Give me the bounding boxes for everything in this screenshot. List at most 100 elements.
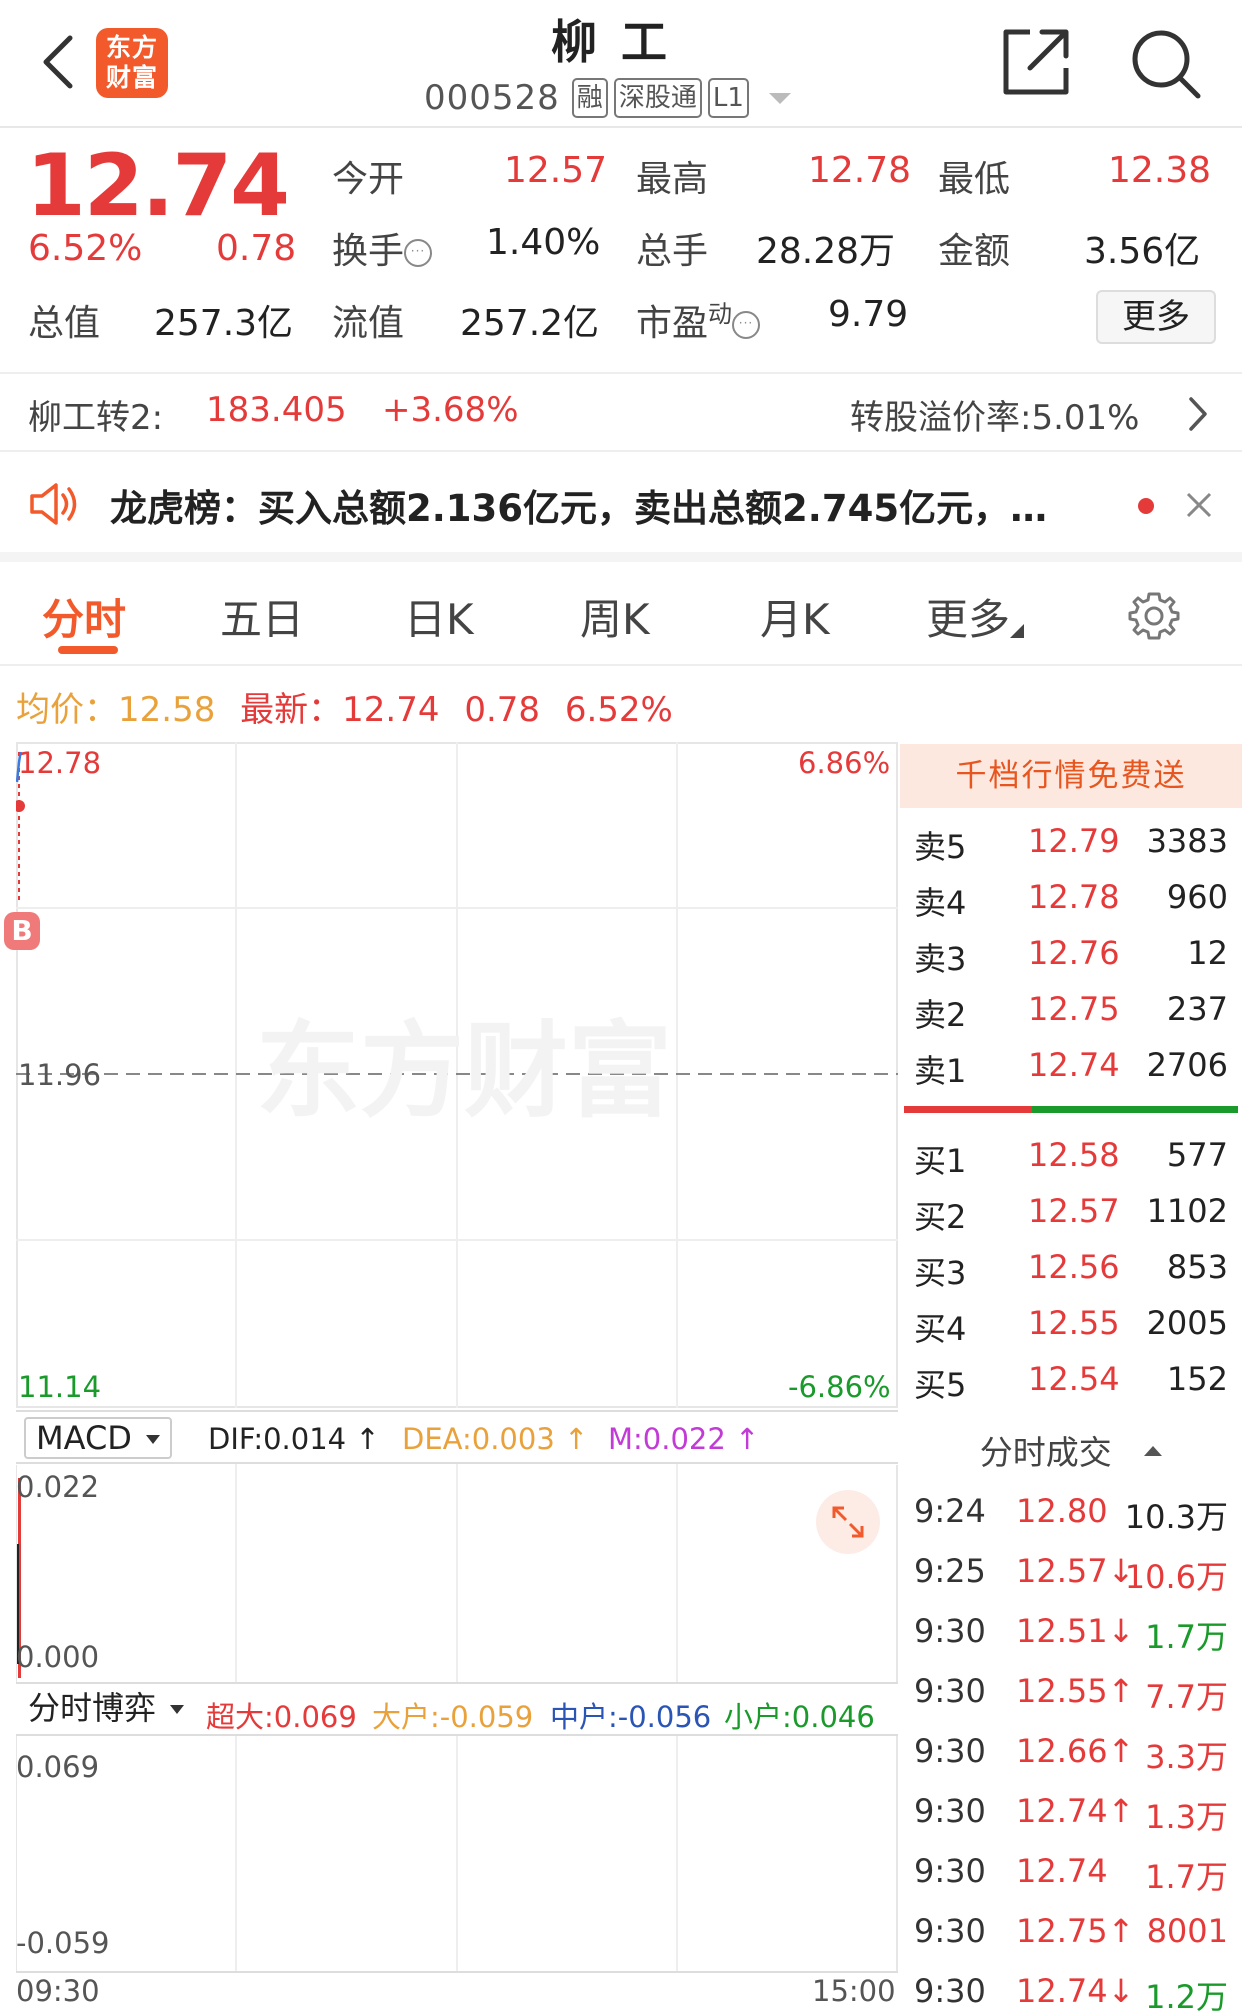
macd-indicator-bar: MACD DIF:0.014 ↑ DEA:0.003 ↑ M:0.022 ↑ <box>16 1410 898 1464</box>
dropdown-arrow-icon[interactable] <box>768 92 791 104</box>
open-label: 今开 <box>332 159 405 200</box>
trade-price: 12.57↓ <box>1016 1552 1135 1590</box>
float-label: 流值 <box>332 303 405 344</box>
sell-ratio-bar <box>904 1106 1032 1113</box>
bond-price: 183.405 <box>206 390 347 430</box>
trade-row: 9:25 12.57↓ 10.6万 <box>900 1544 1242 1604</box>
buy-row[interactable]: 买3 12.56 853 <box>900 1242 1242 1298</box>
turnover-label-text: 换手 <box>332 231 405 272</box>
buy-price: 12.58 <box>1028 1136 1120 1174</box>
price-chart-canvas: 东方财富 <box>16 742 898 1408</box>
pe-superscript: 动 <box>708 300 733 328</box>
macd-selector[interactable]: MACD <box>24 1417 172 1459</box>
sell-label: 卖5 <box>914 828 967 866</box>
info-icon[interactable]: ··· <box>732 311 761 339</box>
tab-five-day[interactable]: 五日 <box>220 586 304 647</box>
buy-label: 买5 <box>914 1366 967 1404</box>
volume-label: 总手 <box>636 231 709 272</box>
macd-dif: DIF:0.014 ↑ <box>208 1422 380 1456</box>
buy-row[interactable]: 买1 12.58 577 <box>900 1130 1242 1186</box>
tab-daily-k[interactable]: 日K <box>404 586 474 647</box>
buy-label: 买4 <box>914 1310 967 1348</box>
stock-code-row[interactable]: 000528 融 深股通 L1 <box>424 76 791 120</box>
turnover-value: 1.40% <box>486 222 601 263</box>
latest-change: 0.78 <box>464 690 541 730</box>
high-value: 12.78 <box>808 150 912 191</box>
tab-weekly-k[interactable]: 周K <box>580 586 650 647</box>
sell-row[interactable]: 卖3 12.76 12 <box>900 928 1242 984</box>
order-flow-indicator-bar: 分时博弈 超大:0.069 大户:-0.059 中户:-0.056 小户:0.0… <box>16 1682 898 1736</box>
y-axis-mid: 11.96 <box>18 1058 102 1092</box>
bond-name: 柳工转2: <box>28 398 164 438</box>
top-navbar: 东方 财富 柳工 000528 融 深股通 L1 <box>0 0 1242 128</box>
trade-price: 12.75↑ <box>1016 1912 1135 1950</box>
trade-row: 9:24 12.80 10.3万 <box>900 1484 1242 1544</box>
latest-pct: 6.52% <box>564 690 673 730</box>
info-icon[interactable]: ··· <box>404 239 433 267</box>
intraday-chart[interactable]: 东方财富 B 12.78 11.96 11.14 6.86% -6.86% <box>4 742 898 1408</box>
trade-row: 9:30 12.55↑ 7.7万 <box>900 1664 1242 1724</box>
bond-premium: 转股溢价率:5.01% <box>850 398 1140 438</box>
sell-row[interactable]: 卖4 12.78 960 <box>900 872 1242 928</box>
tab-monthly-k[interactable]: 月K <box>760 586 830 647</box>
buy-row[interactable]: 买2 12.57 1102 <box>900 1186 1242 1242</box>
buy-ratio-bar <box>1032 1106 1238 1113</box>
sell-row[interactable]: 卖2 12.75 237 <box>900 984 1242 1040</box>
trade-time: 9:30 <box>914 1972 986 2010</box>
trade-time: 9:30 <box>914 1732 986 1770</box>
pe-label[interactable]: 市盈动 ··· <box>636 294 761 346</box>
share-button[interactable] <box>1000 26 1072 98</box>
pe-value: 9.79 <box>828 294 909 335</box>
buy-price: 12.56 <box>1028 1248 1120 1286</box>
trades-header[interactable]: 分时成交 <box>900 1426 1242 1474</box>
macd-chart-canvas <box>16 1464 898 1682</box>
tab-more[interactable]: 更多 <box>926 586 1025 647</box>
sell-price: 12.78 <box>1028 878 1120 916</box>
sell-label: 卖4 <box>914 884 967 922</box>
trade-volume: 10.6万 <box>1124 1558 1228 1596</box>
expand-icon <box>832 1506 864 1538</box>
macd-chart[interactable]: 0.022 0.000 <box>16 1464 898 1682</box>
order-flow-selector-label: 分时博弈 <box>28 1689 157 1727</box>
level-promo-banner[interactable]: 千档行情免费送 <box>900 744 1242 808</box>
flow-large: 大户:-0.059 <box>372 1700 534 1734</box>
current-price: 12.74 <box>26 136 290 236</box>
close-icon[interactable] <box>1184 490 1214 520</box>
search-button[interactable] <box>1128 26 1202 100</box>
turnover-label[interactable]: 换手 ··· <box>332 222 433 274</box>
more-button[interactable]: 更多 <box>1096 290 1216 344</box>
search-icon <box>1132 30 1201 99</box>
trade-volume: 1.7万 <box>1145 1618 1228 1656</box>
trade-time: 9:30 <box>914 1852 986 1890</box>
convertible-bond-row[interactable]: 柳工转2: 183.405 +3.68% 转股溢价率:5.01% <box>0 372 1242 452</box>
sell-row[interactable]: 卖1 12.74 2706 <box>900 1040 1242 1096</box>
buy-volume: 1102 <box>1146 1192 1228 1230</box>
intraday-info-line: 均价：12.58 最新：12.74 0.78 6.52% <box>16 682 673 731</box>
notice-text: 龙虎榜：买入总额2.136亿元，卖出总额2.745亿元，… <box>110 487 1048 530</box>
order-flow-selector[interactable]: 分时博弈 <box>24 1689 194 1731</box>
trade-price: 12.74↓ <box>1016 1972 1135 2010</box>
latest-label: 最新： <box>240 690 343 730</box>
share-icon <box>1003 29 1069 95</box>
notice-bar[interactable]: 龙虎榜：买入总额2.136亿元，卖出总额2.745亿元，… <box>0 454 1242 562</box>
buy-volume: 152 <box>1166 1360 1228 1398</box>
trade-price: 12.80 <box>1016 1492 1108 1530</box>
time-axis-end: 15:00 <box>812 1974 896 2008</box>
expand-button[interactable] <box>816 1490 880 1554</box>
buy-marker-badge[interactable]: B <box>4 912 40 950</box>
active-tab-indicator <box>58 646 118 654</box>
trades-title: 分时成交 <box>979 1433 1112 1472</box>
flow-super: 超大:0.069 <box>206 1700 357 1734</box>
buy-row[interactable]: 买4 12.55 2005 <box>900 1298 1242 1354</box>
tab-intraday[interactable]: 分时 <box>42 586 126 647</box>
high-label: 最高 <box>636 159 709 200</box>
trade-volume: 1.2万 <box>1145 1978 1228 2012</box>
trade-row: 9:30 12.75↑ 8001 <box>900 1904 1242 1964</box>
mktcap-value: 257.3亿 <box>154 303 294 344</box>
buy-row[interactable]: 买5 12.54 152 <box>900 1354 1242 1410</box>
sell-price: 12.76 <box>1028 934 1120 972</box>
sell-row[interactable]: 卖5 12.79 3383 <box>900 816 1242 872</box>
settings-gear-icon[interactable] <box>1128 590 1180 642</box>
macd-y-bottom: 0.000 <box>16 1640 100 1674</box>
order-flow-chart[interactable]: 0.069 -0.059 09:30 15:00 <box>16 1736 898 2012</box>
